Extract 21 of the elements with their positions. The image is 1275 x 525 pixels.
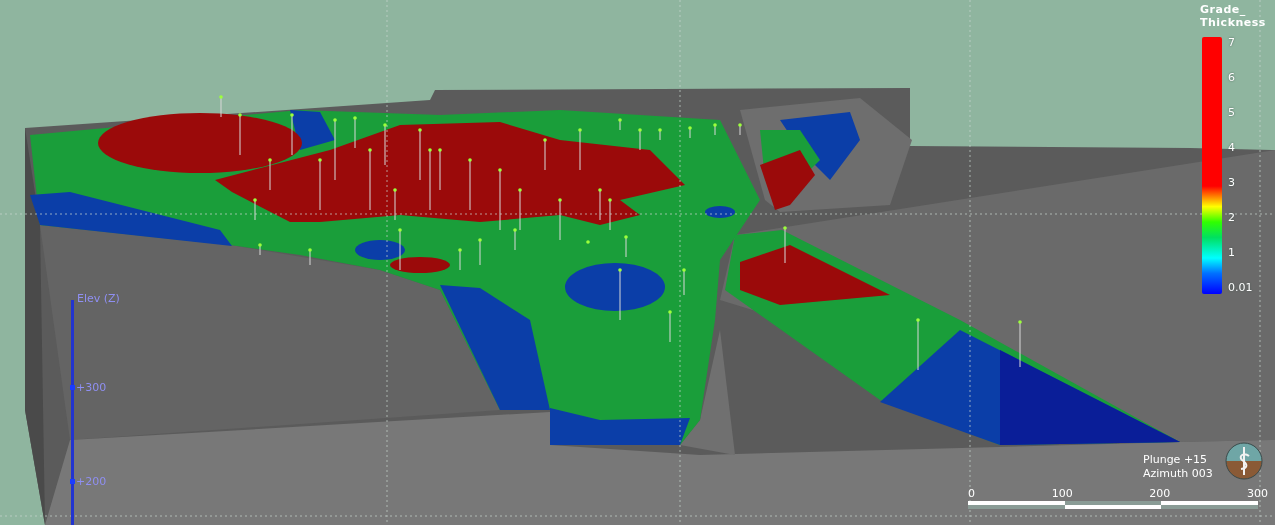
scale-label: 300 (1246, 487, 1268, 500)
legend-title: Thickness (1200, 16, 1266, 29)
axis-tick-label: +200 (76, 475, 107, 488)
orientation-globe-icon[interactable] (1224, 442, 1263, 480)
legend-tick-label: 0.01 (1228, 282, 1253, 294)
legend-tick-label: 2 (1228, 212, 1236, 224)
legend-title: Grade_ (1200, 3, 1246, 16)
legend-tick-label: 1 (1228, 247, 1236, 259)
plunge-text: Plunge +15 (1143, 453, 1209, 467)
legend-tick-label: 7 (1228, 37, 1236, 49)
legend-tick-label: 6 (1228, 72, 1236, 84)
axis-tick-mark (70, 479, 75, 484)
axis-label: Elev (Z) (77, 292, 120, 305)
legend-tick-label: 3 (1228, 177, 1236, 189)
scale-label: 0 (968, 487, 975, 500)
legend-tick-label: 5 (1228, 107, 1236, 119)
azimuth-text: Azimuth 003 (1143, 467, 1213, 481)
scale-label: 200 (1149, 487, 1171, 500)
axis-tick-label: +300 (76, 381, 107, 394)
axis-tick-mark (70, 385, 75, 390)
scale-label: 100 (1051, 487, 1073, 500)
